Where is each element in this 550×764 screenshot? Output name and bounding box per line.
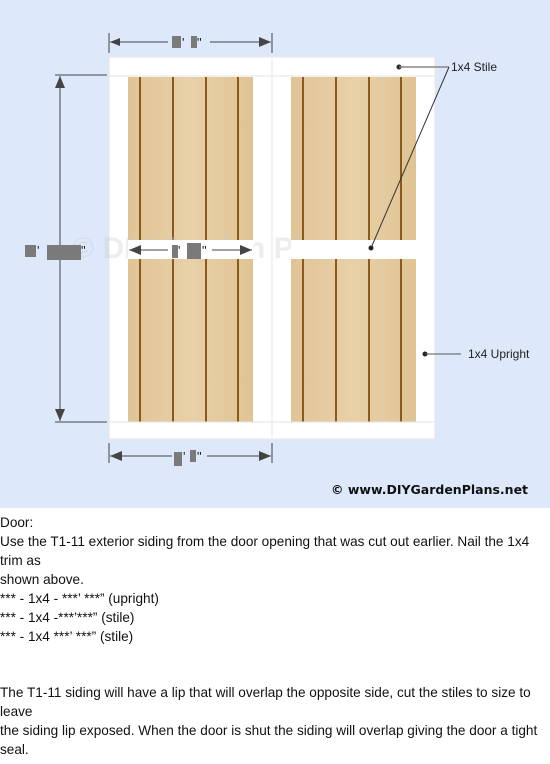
svg-text:': '	[178, 243, 180, 258]
left-siding-lower	[128, 259, 253, 422]
note-line: the siding lip exposed. When the door is…	[0, 723, 538, 757]
cut-list-item: *** - 1x4 -***’***” (stile)	[0, 610, 135, 625]
bottom-width-dimension: ' "	[108, 443, 273, 466]
cut-list-item: *** - 1x4 ***’ ***” (stile)	[0, 629, 134, 644]
svg-text:': '	[182, 35, 184, 50]
svg-text:': '	[37, 243, 39, 258]
svg-text:": "	[202, 243, 207, 258]
door-instructions: Door: Use the T1-11 exterior siding from…	[0, 513, 550, 646]
door-drawing: © DIY Garden Plans ' " ' "	[25, 33, 530, 497]
instruction-line: shown above.	[0, 572, 84, 587]
right-siding-lower	[291, 259, 416, 422]
right-middle-stile	[291, 240, 416, 259]
svg-text:": "	[81, 243, 86, 258]
svg-text:': '	[183, 449, 185, 464]
svg-text:": "	[197, 449, 202, 464]
top-width-dimension: ' "	[108, 33, 273, 53]
instruction-line: Use the T1-11 exterior siding from the d…	[0, 534, 530, 568]
note-line: The T1-11 siding will have a lip that wi…	[0, 685, 531, 719]
svg-text:": "	[197, 35, 202, 50]
section-heading: Door:	[0, 515, 34, 530]
upright-label: 1x4 Upright	[468, 347, 530, 361]
door-diagram: © DIY Garden Plans ' " ' "	[0, 0, 550, 508]
site-credit: © www.DIYGardenPlans.net	[331, 482, 528, 497]
stile-label: 1x4 Stile	[451, 60, 497, 74]
left-siding-upper	[128, 77, 253, 240]
right-siding-upper	[291, 77, 416, 240]
siding-note: The T1-11 siding will have a lip that wi…	[0, 683, 550, 759]
upright-callout: 1x4 Upright	[422, 347, 530, 361]
cut-list-item: *** - 1x4 - ***’ ***” (upright)	[0, 591, 159, 606]
